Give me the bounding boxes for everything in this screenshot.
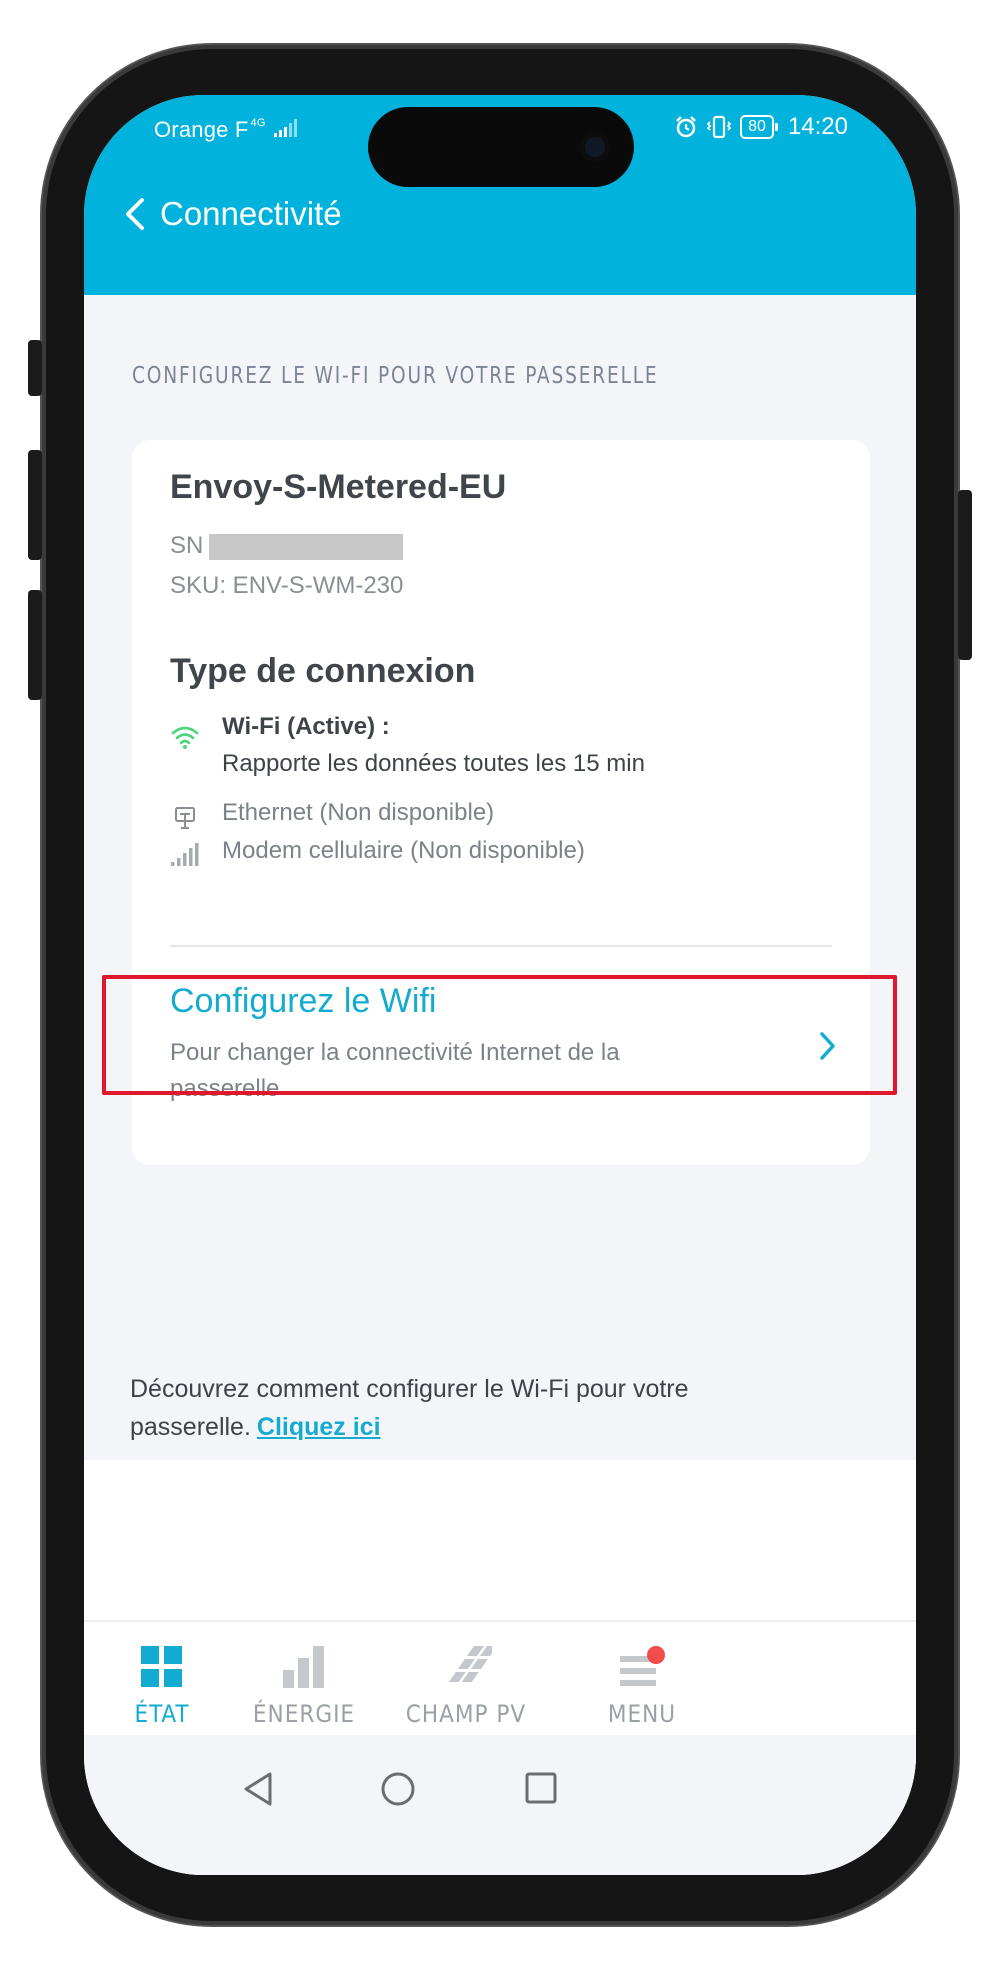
main-content: CONFIGUREZ LE WI-FI POUR VOTRE PASSERELL… xyxy=(84,295,916,1460)
status-icons: 80 14:20 xyxy=(674,113,848,141)
dynamic-island xyxy=(368,107,634,187)
alarm-icon xyxy=(676,116,697,138)
ethernet-icon xyxy=(175,807,195,829)
connection-ethernet: Ethernet (Non disponible) xyxy=(170,798,494,832)
battery-indicator: 80 xyxy=(740,115,778,139)
app-header: Orange F 4G 80 14:20 Connectivité xyxy=(84,95,916,295)
connection-wifi: Wi-Fi (Active) : Rapporte les données to… xyxy=(170,708,645,782)
notification-badge xyxy=(647,1646,665,1664)
grid-icon xyxy=(141,1646,182,1687)
carrier-info: Orange F 4G xyxy=(154,117,300,143)
serial-number-label: SN xyxy=(170,532,204,559)
carrier-name: Orange F xyxy=(154,117,249,142)
system-navigation-bar xyxy=(84,1735,916,1875)
volume-up-button xyxy=(28,450,42,560)
clock: 14:20 xyxy=(787,113,848,140)
page-title: Connectivité xyxy=(160,195,342,232)
chevron-right-icon[interactable] xyxy=(818,1030,836,1062)
tab-label: CHAMP PV xyxy=(405,1700,527,1728)
vibrate-icon xyxy=(706,115,732,139)
signal-icon xyxy=(273,119,297,137)
back-chevron-icon[interactable] xyxy=(122,196,146,232)
mute-switch xyxy=(28,340,42,396)
back-triangle-icon[interactable] xyxy=(242,1771,274,1807)
menu-icon xyxy=(620,1646,665,1686)
serial-number: SN xyxy=(170,532,404,560)
wifi-label: Wi-Fi (Active) : xyxy=(222,713,390,740)
power-button xyxy=(958,490,972,660)
help-link[interactable]: Cliquez ici xyxy=(257,1413,381,1441)
network-type: 4G xyxy=(250,117,266,129)
wifi-status-text: Wi-Fi (Active) : Rapporte les données to… xyxy=(222,708,645,782)
home-circle-icon[interactable] xyxy=(380,1771,416,1807)
wifi-icon xyxy=(171,726,199,749)
cellular-signal-icon xyxy=(171,843,199,866)
volume-down-button xyxy=(28,590,42,700)
tab-label: MENU xyxy=(607,1700,677,1728)
ethernet-status: Ethernet (Non disponible) xyxy=(222,799,495,826)
wifi-detail: Rapporte les données toutes les 15 min xyxy=(222,750,645,777)
recents-square-icon[interactable] xyxy=(524,1771,558,1805)
app-screen: Orange F 4G 80 14:20 Connectivité CONFIG… xyxy=(84,95,916,1875)
serial-number-redacted xyxy=(209,533,404,560)
configure-wifi-description[interactable]: Pour changer la connectivité Internet de… xyxy=(170,1035,730,1107)
configure-wifi-title[interactable]: Configurez le Wifi xyxy=(170,982,436,1021)
gateway-card: Envoy-S-Metered-EU SN SKU: ENV-S-WM-230 … xyxy=(102,440,897,1165)
back-navigation[interactable]: Connectivité xyxy=(122,195,342,233)
section-label: CONFIGUREZ LE WI-FI POUR VOTRE PASSERELL… xyxy=(132,363,659,389)
cellular-status: Modem cellulaire (Non disponible) xyxy=(222,837,585,864)
tab-champ-pv[interactable]: CHAMP PV xyxy=(366,1622,566,1735)
bottom-tab-bar: ÉTAT ÉNERGIE CHAMP PV MENU xyxy=(84,1620,916,1735)
connection-cellular: Modem cellulaire (Non disponible) xyxy=(170,836,585,868)
tab-menu[interactable]: MENU xyxy=(542,1622,742,1735)
solar-panel-icon xyxy=(448,1646,492,1682)
help-text: Découvrez comment configurer le Wi-Fi po… xyxy=(130,1370,830,1446)
bar-chart-icon xyxy=(283,1646,324,1688)
device-name: Envoy-S-Metered-EU xyxy=(170,468,507,506)
divider xyxy=(170,945,832,947)
connection-type-title: Type de connexion xyxy=(170,652,476,690)
camera-icon xyxy=(580,132,610,162)
device-sku: SKU: ENV-S-WM-230 xyxy=(170,572,404,599)
help-description: Découvrez comment configurer le Wi-Fi po… xyxy=(130,1375,689,1441)
